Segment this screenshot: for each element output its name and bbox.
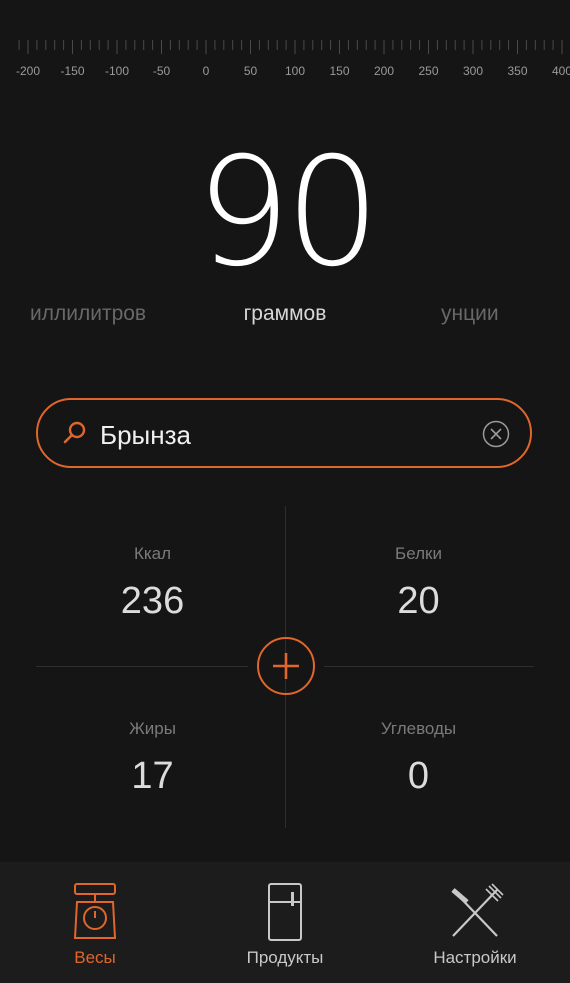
- fat-cell: Жиры 17: [10, 719, 295, 798]
- ruler-tick-label: 300: [463, 64, 483, 78]
- ruler-tick-label: 150: [329, 64, 349, 78]
- grid-divider-left: [36, 666, 248, 667]
- tab-settings[interactable]: Настройки: [380, 862, 570, 983]
- ruler-tick-label: 100: [285, 64, 305, 78]
- ruler-scale: -200 -150 -100 -50 0 50 100 150 200 250 300 350 400: [16, 40, 570, 78]
- search-input[interactable]: Брынза: [100, 420, 191, 451]
- tab-settings-label: Настройки: [433, 948, 517, 967]
- scale-icon: [65, 882, 125, 944]
- search-field[interactable]: Брынза: [36, 398, 532, 468]
- add-button[interactable]: [257, 637, 315, 695]
- ruler-tick-label: -200: [16, 64, 40, 78]
- ruler-tick-label: 0: [203, 64, 210, 78]
- carbs-cell: Углеводы 0: [276, 719, 561, 798]
- ruler-tick-label: -50: [153, 64, 171, 78]
- ruler-tick-label: 350: [507, 64, 527, 78]
- plus-icon: [273, 653, 299, 679]
- unit-ounces[interactable]: унции: [441, 302, 499, 326]
- ruler-tick-label: 50: [244, 64, 258, 78]
- fat-value: 17: [131, 755, 174, 797]
- search-icon: [62, 420, 88, 451]
- ruler-tick-label: 200: [374, 64, 394, 78]
- unit-selector[interactable]: иллилитров граммов унции: [0, 302, 570, 332]
- grid-divider-right: [324, 666, 534, 667]
- tab-scale[interactable]: Весы: [0, 862, 190, 983]
- clear-icon[interactable]: [482, 420, 510, 453]
- tab-products-label: Продукты: [246, 948, 324, 967]
- fridge-icon: [255, 882, 315, 944]
- carbs-value: 0: [407, 755, 430, 797]
- ruler-tick-label: 400: [552, 64, 570, 78]
- carbs-label: Углеводы: [380, 719, 457, 738]
- kcal-cell: Ккал 236: [10, 544, 295, 623]
- ruler-tick-label: 250: [418, 64, 438, 78]
- tab-scale-label: Весы: [74, 948, 116, 967]
- tab-bar: Весы Продукты Настройки: [0, 862, 570, 983]
- fork-knife-icon: [445, 882, 505, 944]
- tab-products[interactable]: Продукты: [190, 862, 380, 983]
- protein-label: Белки: [395, 544, 442, 563]
- weight-value: 90: [195, 126, 381, 300]
- ruler-tick-label: -100: [105, 64, 129, 78]
- ruler-tick-label: -150: [60, 64, 84, 78]
- kcal-label: Ккал: [133, 544, 172, 563]
- fat-label: Жиры: [129, 719, 176, 738]
- ruler-slider[interactable]: -200 -150 -100 -50 0 50 100 150 200 250 300 350 400: [0, 0, 570, 90]
- protein-cell: Белки 20: [276, 544, 561, 623]
- kcal-value: 236: [120, 580, 185, 622]
- protein-value: 20: [397, 580, 440, 622]
